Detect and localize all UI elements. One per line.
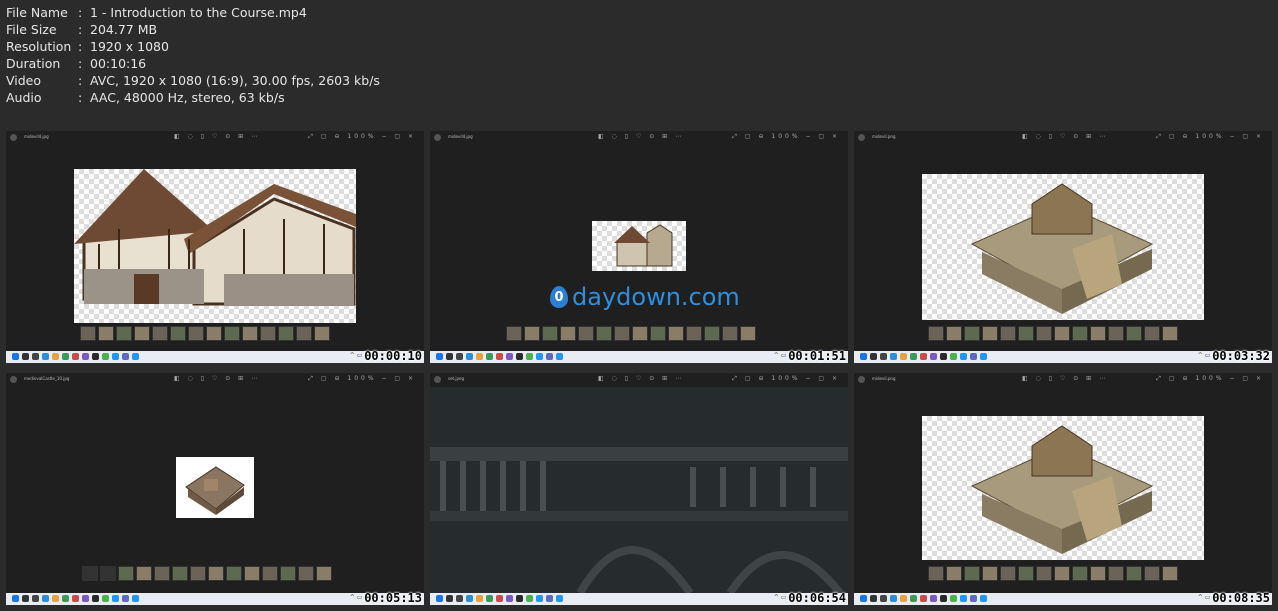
meta-row: Audio: AAC, 48000 Hz, stereo, 63 kb/s	[6, 90, 285, 105]
thumbnail-timestamp: 00:06:54	[788, 591, 846, 605]
castle-image	[922, 416, 1204, 560]
photos-app-icon	[434, 376, 441, 383]
taskbar-app-icons[interactable]	[12, 595, 139, 602]
image-filename: midevil.png	[872, 134, 896, 139]
thumbnail-frame: midevil.png ◧ ◌ ▯ ♡ ⊙ ⊞ ⋯ ⤢ ▢ ⊖ 100% − ▢…	[854, 131, 1272, 363]
image-filmstrip[interactable]	[506, 326, 756, 341]
small-house-image	[592, 221, 686, 271]
image-filename: midevil.png	[872, 376, 896, 381]
window-controls: ⤢ ▢ ⊖ 100% − ▢ ×	[308, 375, 416, 382]
meta-row: Video: AVC, 1920 x 1080 (16:9), 30.00 fps…	[6, 73, 380, 88]
taskbar: ^ ▭ ◂))	[430, 593, 848, 605]
viewer-toolbar-icons: ◧ ◌ ▯ ♡ ⊙ ⊞ ⋯	[598, 375, 685, 382]
image-filename: midevil4.jpg	[24, 134, 49, 139]
taskbar-app-icons[interactable]	[12, 353, 139, 360]
interior-balcony-image	[430, 387, 848, 596]
viewer-titlebar: midevil.png ◧ ◌ ▯ ♡ ⊙ ⊞ ⋯ ⤢ ▢ ⊖ 100% − ▢…	[854, 373, 1272, 387]
viewer-titlebar: midevil.png ◧ ◌ ▯ ♡ ⊙ ⊞ ⋯ ⤢ ▢ ⊖ 100% − ▢…	[854, 131, 1272, 145]
thumbnail-timestamp: 00:03:32	[1212, 349, 1270, 363]
image-filename: set.jpeg	[448, 376, 465, 381]
meta-row: File Size:204.77 MB	[6, 22, 158, 37]
image-filmstrip[interactable]	[928, 326, 1178, 341]
meta-row: Duration:00:10:16	[6, 56, 147, 71]
file-metadata: File Name:1 - Introduction to the Course…	[6, 4, 380, 106]
thumbnail-timestamp: 00:05:13	[364, 591, 422, 605]
thumbnail-timestamp: 00:01:51	[788, 349, 846, 363]
taskbar: ^ ▭ ◂))	[6, 593, 424, 605]
small-house-illustration	[614, 224, 673, 267]
viewer-titlebar: midevil4.jpg ◧ ◌ ▯ ♡ ⊙ ⊞ ⋯ ⤢ ▢ ⊖ 100% − …	[6, 131, 424, 145]
viewer-toolbar-icons: ◧ ◌ ▯ ♡ ⊙ ⊞ ⋯	[1022, 133, 1109, 140]
watermark-text: daydown.com	[572, 283, 740, 311]
meta-row: Resolution:1920 x 1080	[6, 39, 169, 54]
photos-app-icon	[858, 134, 865, 141]
medieval-castle-illustration	[185, 466, 245, 515]
medieval-castle-image	[176, 457, 254, 518]
castle-illustration	[970, 183, 1154, 314]
thumbnail-timestamp: 00:00:10	[364, 349, 422, 363]
castle-image	[922, 174, 1204, 320]
window-controls: ⤢ ▢ ⊖ 100% − ▢ ×	[308, 133, 416, 140]
window-controls: ⤢ ▢ ⊖ 100% − ▢ ×	[1156, 375, 1264, 382]
thumbnail-frame: set.jpeg ◧ ◌ ▯ ♡ ⊙ ⊞ ⋯ ⤢ ▢ ⊖ 100% − ▢ × …	[430, 373, 848, 605]
window-controls: ⤢ ▢ ⊖ 100% − ▢ ×	[732, 375, 840, 382]
taskbar-app-icons[interactable]	[860, 595, 987, 602]
watermark-logo-icon: 0	[550, 286, 568, 308]
thumbnail-timestamp: 00:08:35	[1212, 591, 1270, 605]
viewer-titlebar: set.jpeg ◧ ◌ ▯ ♡ ⊙ ⊞ ⋯ ⤢ ▢ ⊖ 100% − ▢ ×	[430, 373, 848, 387]
taskbar: ^ ▭ ◂))	[854, 593, 1272, 605]
taskbar-app-icons[interactable]	[860, 353, 987, 360]
taskbar-app-icons[interactable]	[436, 595, 563, 602]
photos-app-icon	[858, 376, 865, 383]
image-filmstrip[interactable]	[82, 566, 332, 581]
photos-app-icon	[10, 134, 17, 141]
castle-illustration	[970, 425, 1154, 554]
image-filename: medievalCastle_10.jpg	[24, 376, 70, 381]
viewer-toolbar-icons: ◧ ◌ ▯ ♡ ⊙ ⊞ ⋯	[174, 375, 261, 382]
taskbar-app-icons[interactable]	[436, 353, 563, 360]
image-filmstrip[interactable]	[80, 326, 330, 341]
window-controls: ⤢ ▢ ⊖ 100% − ▢ ×	[732, 133, 840, 140]
viewer-toolbar-icons: ◧ ◌ ▯ ♡ ⊙ ⊞ ⋯	[598, 133, 685, 140]
thumbnail-frame: medievalCastle_10.jpg ◧ ◌ ▯ ♡ ⊙ ⊞ ⋯ ⤢ ▢ …	[6, 373, 424, 605]
viewer-toolbar-icons: ◧ ◌ ▯ ♡ ⊙ ⊞ ⋯	[1022, 375, 1109, 382]
thumbnail-frame: midevil4.jpg ◧ ◌ ▯ ♡ ⊙ ⊞ ⋯ ⤢ ▢ ⊖ 100% − …	[6, 131, 424, 363]
balcony-illustration	[430, 387, 848, 596]
viewer-titlebar: medievalCastle_10.jpg ◧ ◌ ▯ ♡ ⊙ ⊞ ⋯ ⤢ ▢ …	[6, 373, 424, 387]
window-controls: ⤢ ▢ ⊖ 100% − ▢ ×	[1156, 133, 1264, 140]
timber-house-illustration	[74, 169, 356, 306]
viewer-titlebar: midevil4.jpg ◧ ◌ ▯ ♡ ⊙ ⊞ ⋯ ⤢ ▢ ⊖ 100% − …	[430, 131, 848, 145]
viewer-toolbar-icons: ◧ ◌ ▯ ♡ ⊙ ⊞ ⋯	[174, 133, 261, 140]
photos-app-icon	[434, 134, 441, 141]
watermark: 0 daydown.com	[550, 283, 740, 311]
thumbnail-frame: midevil4.jpg ◧ ◌ ▯ ♡ ⊙ ⊞ ⋯ ⤢ ▢ ⊖ 100% − …	[430, 131, 848, 363]
taskbar: ^ ▭ ◂))	[430, 351, 848, 363]
house-image	[74, 169, 356, 323]
meta-row: File Name:1 - Introduction to the Course…	[6, 5, 307, 20]
image-filename: midevil4.jpg	[448, 134, 473, 139]
thumbnail-frame: midevil.png ◧ ◌ ▯ ♡ ⊙ ⊞ ⋯ ⤢ ▢ ⊖ 100% − ▢…	[854, 373, 1272, 605]
taskbar: ^ ▭ ◂))	[6, 351, 424, 363]
image-filmstrip[interactable]	[928, 566, 1178, 581]
taskbar: ^ ▭ ◂))	[854, 351, 1272, 363]
photos-app-icon	[10, 376, 17, 383]
